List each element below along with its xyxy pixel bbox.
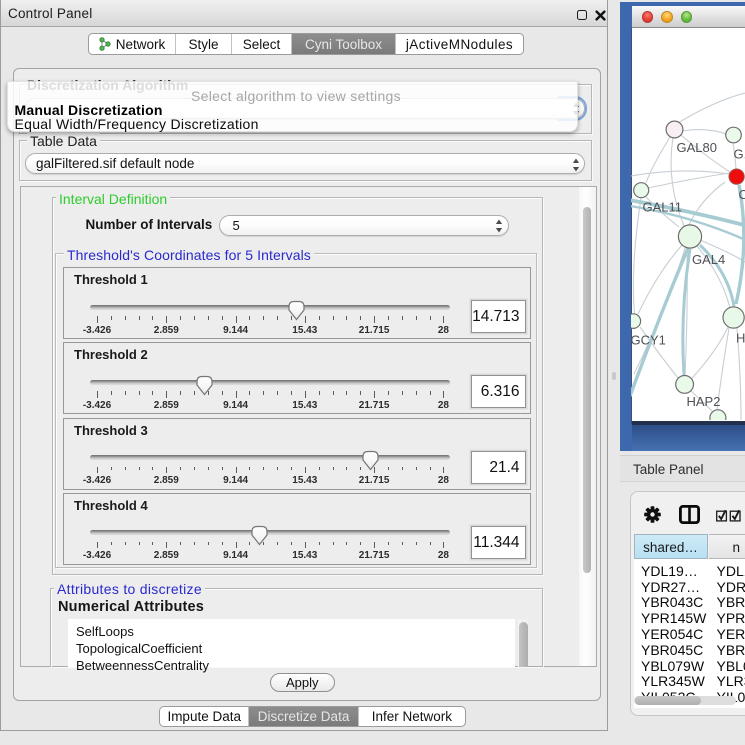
svg-text:GAL11: GAL11 [643, 200, 683, 215]
svg-text:GAL80: GAL80 [677, 140, 717, 155]
svg-text:GCY1: GCY1 [631, 333, 666, 348]
svg-text:H: H [736, 331, 745, 346]
svg-text:G.: G. [734, 147, 745, 162]
svg-text:HAP2: HAP2 [687, 394, 721, 409]
svg-text:C: C [739, 187, 745, 202]
svg-text:GAL4: GAL4 [692, 252, 725, 267]
